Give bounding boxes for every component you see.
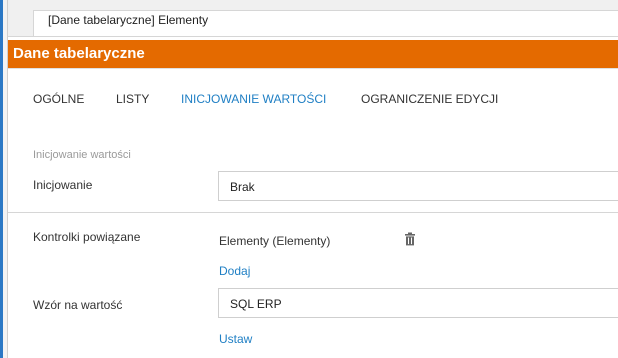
tab-listy[interactable]: LISTY — [116, 92, 149, 106]
section-header: Dane tabelaryczne — [8, 40, 618, 68]
set-link[interactable]: Ustaw — [219, 332, 252, 346]
tab-ograniczenie-edycji[interactable]: OGRANICZENIE EDYCJI — [361, 92, 498, 106]
pattern-field[interactable]: SQL ERP — [218, 288, 618, 318]
tab-ogolne[interactable]: OGÓLNE — [33, 92, 84, 106]
left-window-strip — [0, 0, 8, 358]
trash-icon[interactable] — [404, 232, 416, 246]
linked-control-item: Elementy (Elementy) — [219, 234, 331, 248]
pattern-label: Wzór na wartość — [33, 298, 123, 312]
section-separator — [8, 212, 618, 213]
header-title: Dane tabelaryczne — [13, 45, 145, 62]
header-divider — [8, 68, 618, 69]
window-titlebar: [Dane tabelaryczne] Elementy — [8, 0, 618, 37]
section-label: Inicjowanie wartości — [33, 149, 131, 161]
left-accent-bar — [0, 0, 3, 358]
pattern-value: SQL ERP — [230, 297, 282, 311]
init-field[interactable]: Brak — [218, 171, 618, 201]
init-label: Inicjowanie — [33, 178, 93, 192]
tab-inicjowanie-wartosci[interactable]: INICJOWANIE WARTOŚCI — [181, 92, 326, 106]
linked-controls-label: Kontrolki powiązane — [33, 230, 141, 244]
init-value: Brak — [230, 180, 255, 194]
window-title: [Dane tabelaryczne] Elementy — [48, 13, 209, 27]
add-link[interactable]: Dodaj — [219, 264, 250, 278]
